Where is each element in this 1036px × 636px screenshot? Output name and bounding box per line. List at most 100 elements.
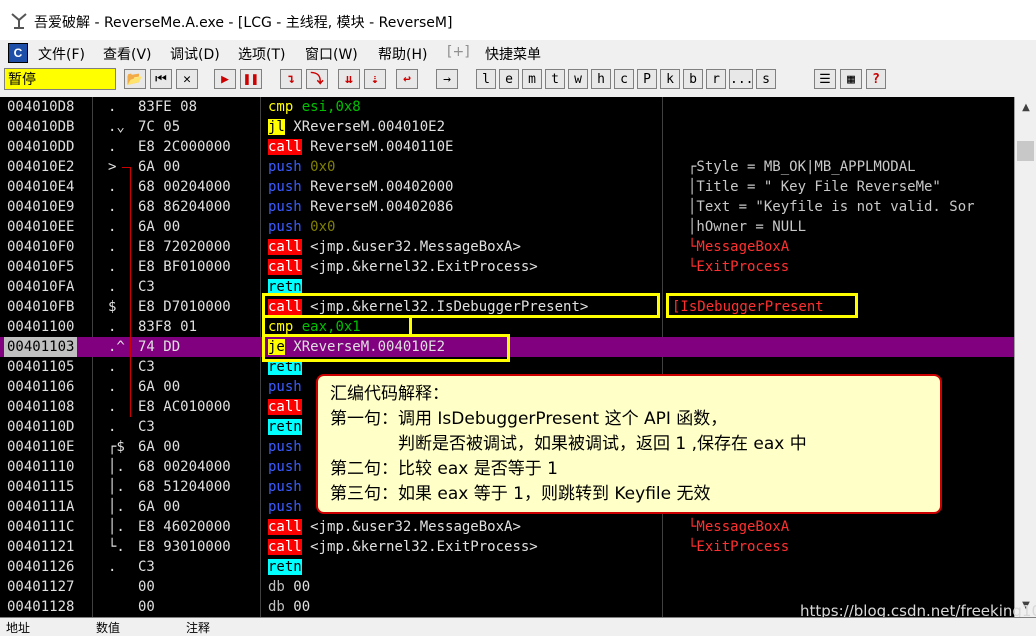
log-window-button[interactable]: l: [476, 69, 496, 89]
note-line: 第二句：比较 eax 是否等于 1: [330, 459, 558, 479]
menu-debug[interactable]: 调试(D): [170, 44, 220, 64]
references-window-button[interactable]: r: [706, 69, 726, 89]
row-mnemonic: call: [268, 259, 302, 275]
disasm-row[interactable]: 0040111C │. E8 46020000 call <jmp.&user32.M…: [0, 517, 1014, 537]
row-marker: │.: [108, 479, 125, 495]
row-instruction: db 00: [268, 597, 310, 617]
menu-plus[interactable]: [+]: [447, 44, 470, 60]
row-marker: $: [108, 299, 117, 315]
jump-arrow-head: [122, 167, 130, 168]
disasm-row[interactable]: 00401121 └. E8 93010000 call <jmp.&kernel32…: [0, 537, 1014, 557]
row-address: 00401103: [4, 337, 78, 357]
threads-window-button[interactable]: t: [545, 69, 565, 89]
row-marker: .^: [108, 339, 125, 355]
row-marker: .: [108, 259, 117, 275]
disasm-row[interactable]: 004010E9. 68 86204000 push ReverseM.004020…: [0, 197, 1014, 217]
windows-window-button[interactable]: w: [568, 69, 588, 89]
mdi-window-icon[interactable]: C: [8, 43, 28, 63]
row-mnemonic: push: [268, 439, 302, 455]
row-hex-bytes: E8 72020000: [138, 239, 231, 255]
row-instruction: push ReverseM.00402000: [268, 177, 453, 197]
trace-over-icon[interactable]: ⇣: [364, 69, 386, 89]
row-marker: .: [108, 139, 117, 155]
column-header-value[interactable]: 数值: [96, 619, 120, 636]
source-window-button[interactable]: s: [756, 69, 776, 89]
menu-options[interactable]: 选项(T): [238, 44, 285, 64]
disasm-row[interactable]: 004010E4. 68 00204000 push ReverseM.004020…: [0, 177, 1014, 197]
disasm-row[interactable]: 00401126. C3 retn: [0, 557, 1014, 577]
menu-view[interactable]: 查看(V): [103, 44, 152, 64]
help-button[interactable]: ?: [866, 69, 886, 89]
row-hex-bytes: E8 46020000: [138, 519, 231, 535]
vertical-scrollbar[interactable]: ▲ ▼: [1014, 97, 1036, 617]
cpu-window-button[interactable]: c: [614, 69, 634, 89]
goto-icon[interactable]: →: [436, 69, 458, 89]
breakpoints-window-button[interactable]: b: [683, 69, 703, 89]
row-marker: .: [108, 399, 117, 415]
row-hex-bytes: C3: [138, 419, 155, 435]
disasm-row[interactable]: 004010DD. E8 2C000000 call ReverseM.004011…: [0, 137, 1014, 157]
note-line: 判断是否被调试，如果被调试，返回 1 ,保存在 eax 中: [330, 434, 807, 454]
scroll-up-icon[interactable]: ▲: [1015, 99, 1036, 117]
row-address: 00401127: [7, 579, 75, 595]
run-icon[interactable]: ▶: [214, 69, 236, 89]
grid-icon[interactable]: ▦: [840, 69, 862, 89]
menu-file[interactable]: 文件(F): [38, 44, 85, 64]
disasm-row[interactable]: 004010EE. 6A 00 push 0x0 │hOwner = NULL: [0, 217, 1014, 237]
row-marker: │.: [108, 519, 125, 535]
row-instruction: push 0x0: [268, 217, 335, 237]
disasm-row[interactable]: 004010F0. E8 72020000 call <jmp.&user32.Me…: [0, 237, 1014, 257]
jump-arrow-line: [130, 167, 131, 417]
run-trace-button[interactable]: ...: [729, 69, 753, 89]
execute-till-return-icon[interactable]: ↩: [396, 69, 418, 89]
scroll-thumb[interactable]: [1017, 141, 1034, 161]
patches-window-button[interactable]: P: [637, 69, 657, 89]
row-hex-bytes: E8 93010000: [138, 539, 231, 555]
handles-window-button[interactable]: h: [591, 69, 611, 89]
trace-into-icon[interactable]: ⇊: [338, 69, 360, 89]
row-hex-bytes: 74 DD: [138, 339, 181, 355]
row-instruction: call <jmp.&kernel32.ExitProcess>: [268, 537, 538, 557]
disasm-row[interactable]: 00401127 00 db 00: [0, 577, 1014, 597]
disasm-row[interactable]: 004010F5. E8 BF010000 call <jmp.&kernel32.…: [0, 257, 1014, 277]
row-instruction: push: [268, 497, 302, 517]
modules-window-button[interactable]: e: [499, 69, 519, 89]
row-mnemonic: jl: [268, 119, 285, 135]
row-address: 004010DB: [7, 119, 75, 135]
row-mnemonic: cmp: [268, 99, 294, 115]
column-header-address[interactable]: 地址: [6, 619, 30, 636]
step-over-icon[interactable]: ⤵: [306, 69, 328, 89]
menu-window[interactable]: 窗口(W): [305, 44, 358, 64]
row-hex-bytes: 83FE 08: [138, 99, 198, 115]
close-icon[interactable]: ✕: [176, 69, 198, 89]
row-operand: 0x0: [310, 219, 336, 235]
pause-icon[interactable]: ❚❚: [240, 69, 262, 89]
row-instruction: push ReverseM.00402086: [268, 197, 453, 217]
memory-window-button[interactable]: m: [522, 69, 542, 89]
call-stack-window-button[interactable]: k: [660, 69, 680, 89]
row-mnemonic: push: [268, 219, 302, 235]
row-hex-bytes: 6A 00: [138, 159, 181, 175]
list-icon[interactable]: ☰: [814, 69, 836, 89]
menu-shortcut[interactable]: 快捷菜单: [485, 44, 541, 64]
row-marker: │.: [108, 499, 125, 515]
row-hex-bytes: C3: [138, 279, 155, 295]
row-marker: .: [108, 559, 117, 575]
row-comment: │Title = " Key File ReverseMe": [688, 179, 941, 195]
row-marker: .: [108, 319, 117, 335]
disasm-row[interactable]: 004010E2 >6A 00 push 0x0 ┌Style = MB_OK|MB_…: [0, 157, 1014, 177]
restart-icon[interactable]: ⏮: [150, 69, 172, 89]
row-address: 004010E2: [7, 159, 75, 175]
row-operand: ReverseM.00402000: [310, 179, 454, 195]
disasm-row[interactable]: 004010D8. 83FE 08 cmp esi,0x8: [0, 97, 1014, 117]
disassembly-pane[interactable]: 004010D8. 83FE 08 cmp esi,0x8 004010DB .⌄ 7C …: [0, 97, 1036, 617]
disasm-row[interactable]: 004010DB .⌄ 7C 05 jl XReverseM.004010E2: [0, 117, 1014, 137]
column-header-comment[interactable]: 注释: [186, 619, 210, 636]
row-comment: └MessageBoxA: [688, 239, 790, 255]
menu-help[interactable]: 帮助(H): [378, 44, 427, 64]
title-bar: 吾爱破解 - ReverseMe.A.exe - [LCG - 主线程, 模块 …: [0, 0, 1036, 40]
highlight-comment-box: [666, 293, 858, 318]
open-icon[interactable]: 📂: [124, 69, 146, 89]
row-instruction: push: [268, 377, 302, 397]
step-into-icon[interactable]: ↴: [280, 69, 302, 89]
